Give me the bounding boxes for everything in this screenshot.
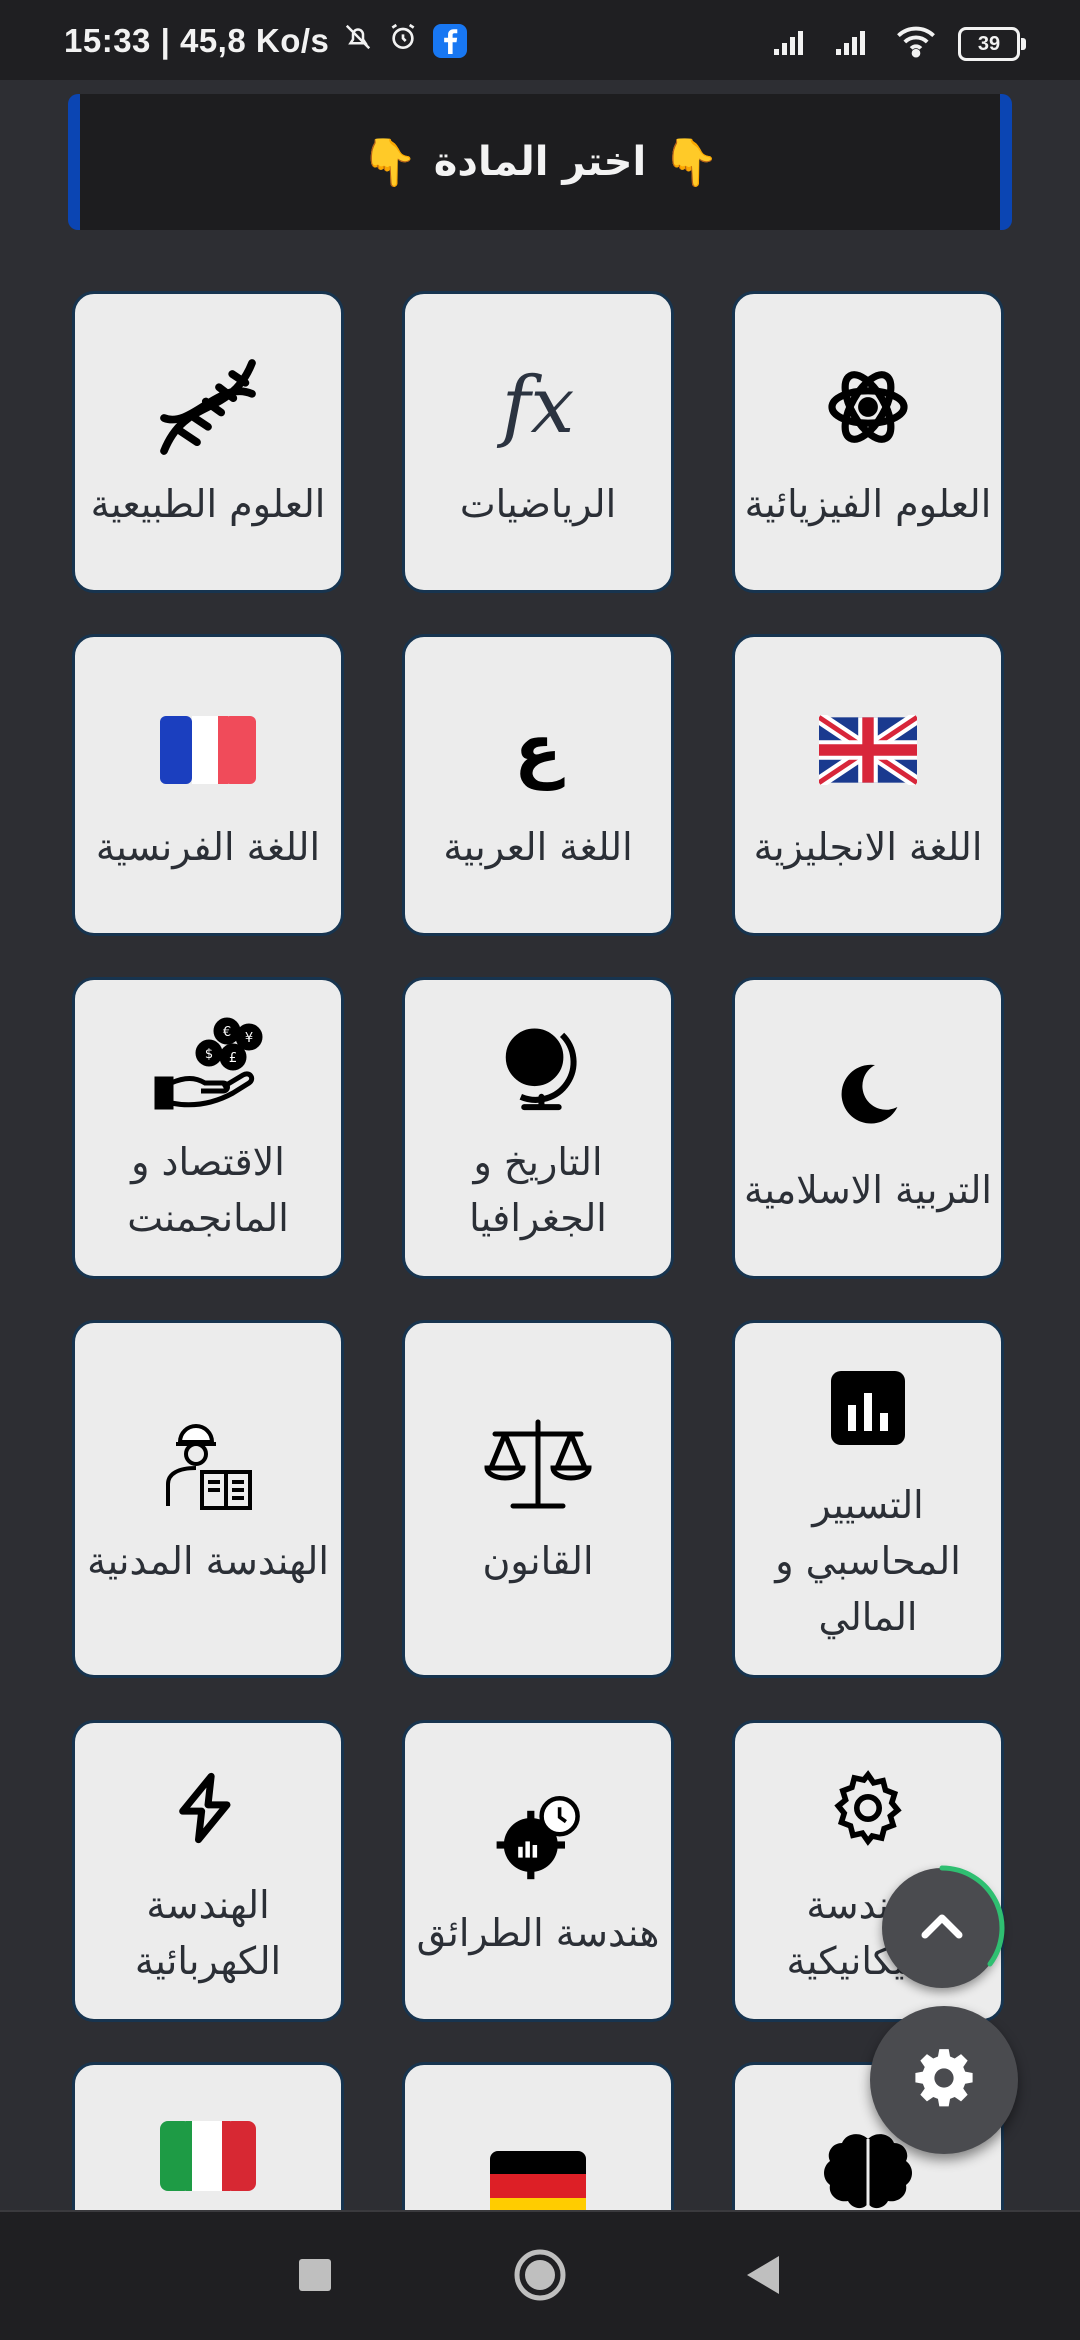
crescent-icon [798,1038,938,1148]
subject-label: الهندسة المدنية [87,1539,329,1583]
subject-label: الرياضيات [459,482,617,526]
recents-button[interactable] [270,2244,360,2310]
gear-icon [911,2045,977,2115]
circle-icon [512,2247,568,2307]
back-button[interactable] [718,2244,808,2310]
arabic-letter-icon: ع [468,695,608,805]
subject-card-arabic[interactable]: ع اللغة العربية [402,634,674,936]
subject-label: التربية الاسلامية [743,1168,992,1212]
subject-card-economy-management[interactable]: € ¥ $ £ الاقتصاد و المانجمنت [72,977,344,1279]
scroll-to-top-button[interactable] [882,1865,1005,1988]
subject-card-german[interactable] [402,2062,674,2210]
subject-card-physics[interactable]: العلوم الفيزيائية [732,291,1004,593]
arabic-letter-glyph: ع [514,709,562,791]
bar-chart-icon [798,1353,938,1463]
atom-icon [798,352,938,462]
subject-label: التاريخ و الجغرافيا [469,1140,607,1240]
subject-card-math[interactable]: fx الرياضيات [402,291,674,593]
svg-text:fx: fx [497,361,575,451]
subject-card-islamic-education[interactable]: التربية الاسلامية [732,977,1004,1279]
subject-card-process-engineering[interactable]: هندسة الطرائق [402,1720,674,2022]
settings-button[interactable] [870,2006,1018,2154]
svg-text:€: € [223,1025,231,1040]
subject-card-civil-engineering[interactable]: الهندسة المدنية [72,1320,344,1678]
subject-label: التسيير المحاسبي و المالي [775,1483,961,1639]
subject-card-law[interactable]: القانون [402,1320,674,1678]
square-icon [298,2258,332,2296]
subject-label: القانون [482,1539,594,1583]
subject-label: هندسة الطرائق [416,1911,660,1955]
subject-card-accounting-finance[interactable]: التسيير المحاسبي و المالي [732,1320,1004,1678]
subject-card-english[interactable]: اللغة الانجليزية [732,634,1004,936]
scroll-progress-ring [939,1865,1005,1967]
process-gear-icon [468,1781,608,1891]
system-nav-bar [0,2210,1080,2340]
fx-icon: fx [468,352,608,462]
subject-card-italian[interactable] [72,2062,344,2210]
germany-flag-icon [468,2131,608,2210]
gear-icon [798,1753,938,1863]
dna-icon [138,352,278,462]
subject-label: الاقتصاد و المانجمنت [127,1140,289,1240]
triangle-back-icon [743,2254,783,2300]
svg-text:£: £ [229,1051,237,1066]
subject-label: العلوم الفيزيائية [744,482,992,526]
subject-card-history-geography[interactable]: التاريخ و الجغرافيا [402,977,674,1279]
france-flag-icon [138,695,278,805]
subject-label: اللغة الفرنسية [95,825,321,869]
home-button[interactable] [495,2244,585,2310]
subject-card-electrical-engineering[interactable]: الهندسة الكهربائية [72,1720,344,2022]
subject-label: العلوم الطبيعية [90,482,326,526]
subject-card-natural-sciences[interactable]: العلوم الطبيعية [72,291,344,593]
subject-card-french[interactable]: اللغة الفرنسية [72,634,344,936]
svg-text:¥: ¥ [245,1031,253,1046]
uk-flag-icon [798,695,938,805]
globe-icon [468,1010,608,1120]
money-hand-icon: € ¥ $ £ [138,1010,278,1120]
scales-icon [468,1409,608,1519]
subject-label: الهندسة الكهربائية [134,1883,282,1983]
lightning-icon [138,1753,278,1863]
italy-flag-icon [138,2101,278,2210]
subject-label: اللغة الانجليزية [753,825,983,869]
svg-text:$: $ [205,1047,213,1062]
subject-label: اللغة العربية [443,825,633,869]
engineer-icon [138,1409,278,1519]
